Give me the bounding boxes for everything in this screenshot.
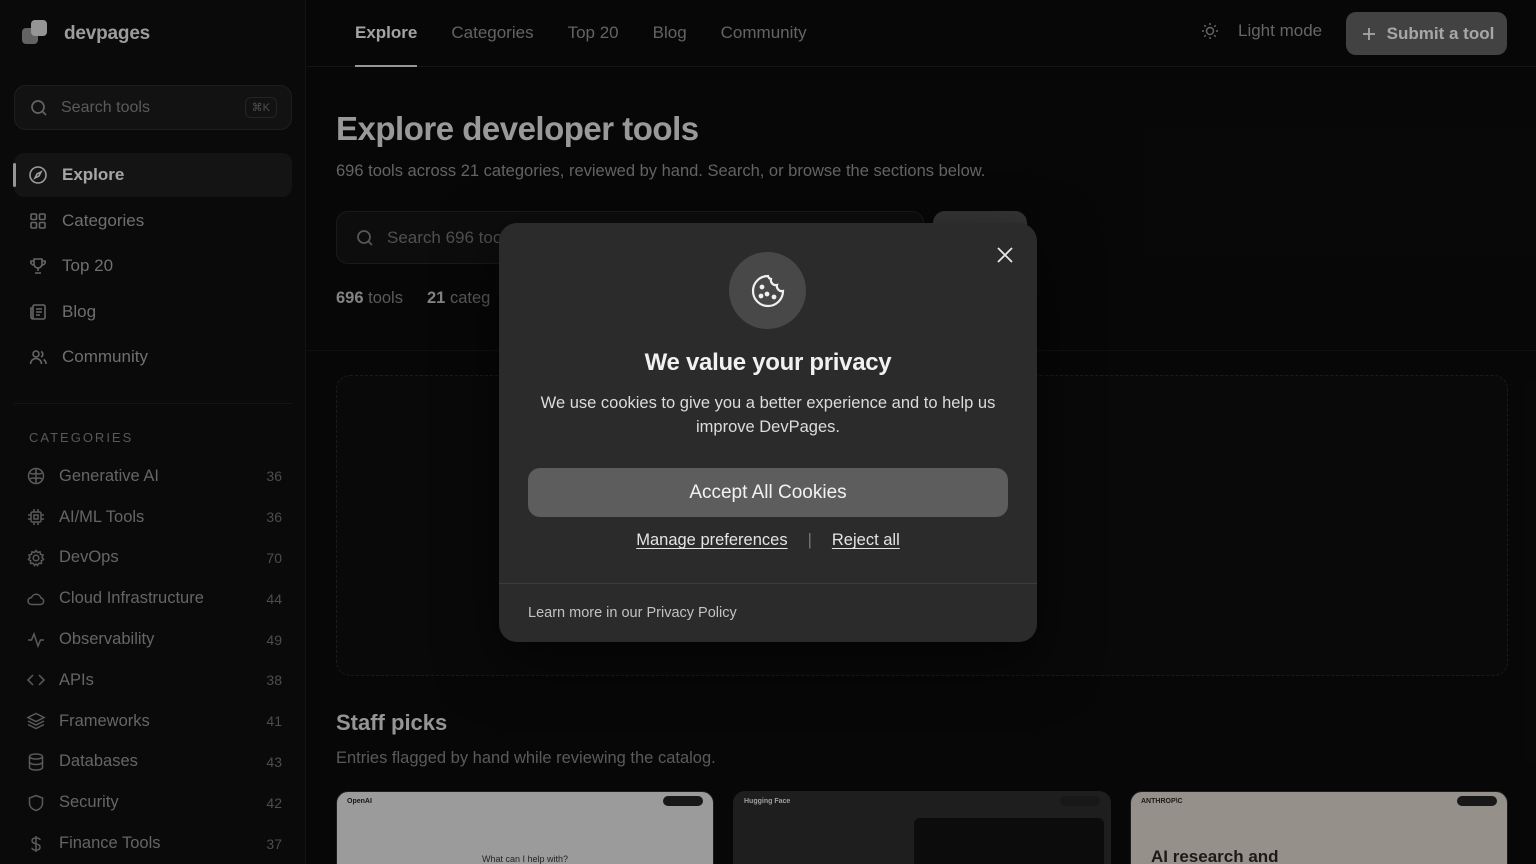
link-separator: | xyxy=(807,531,812,549)
accept-all-cookies-button[interactable]: Accept All Cookies xyxy=(528,468,1008,517)
reject-all-link[interactable]: Reject all xyxy=(832,531,900,550)
manage-preferences-link[interactable]: Manage preferences xyxy=(636,531,787,550)
modal-links: Manage preferences | Reject all xyxy=(499,531,1037,550)
cookie-icon xyxy=(729,252,806,329)
modal-body: We use cookies to give you a better expe… xyxy=(540,394,996,436)
privacy-policy-link[interactable]: Learn more in our Privacy Policy xyxy=(528,605,737,621)
cookie-consent-modal: We value your privacy We use cookies to … xyxy=(499,223,1037,642)
close-icon[interactable] xyxy=(993,243,1017,267)
modal-divider xyxy=(499,583,1037,584)
modal-title: We value your privacy xyxy=(644,349,892,376)
